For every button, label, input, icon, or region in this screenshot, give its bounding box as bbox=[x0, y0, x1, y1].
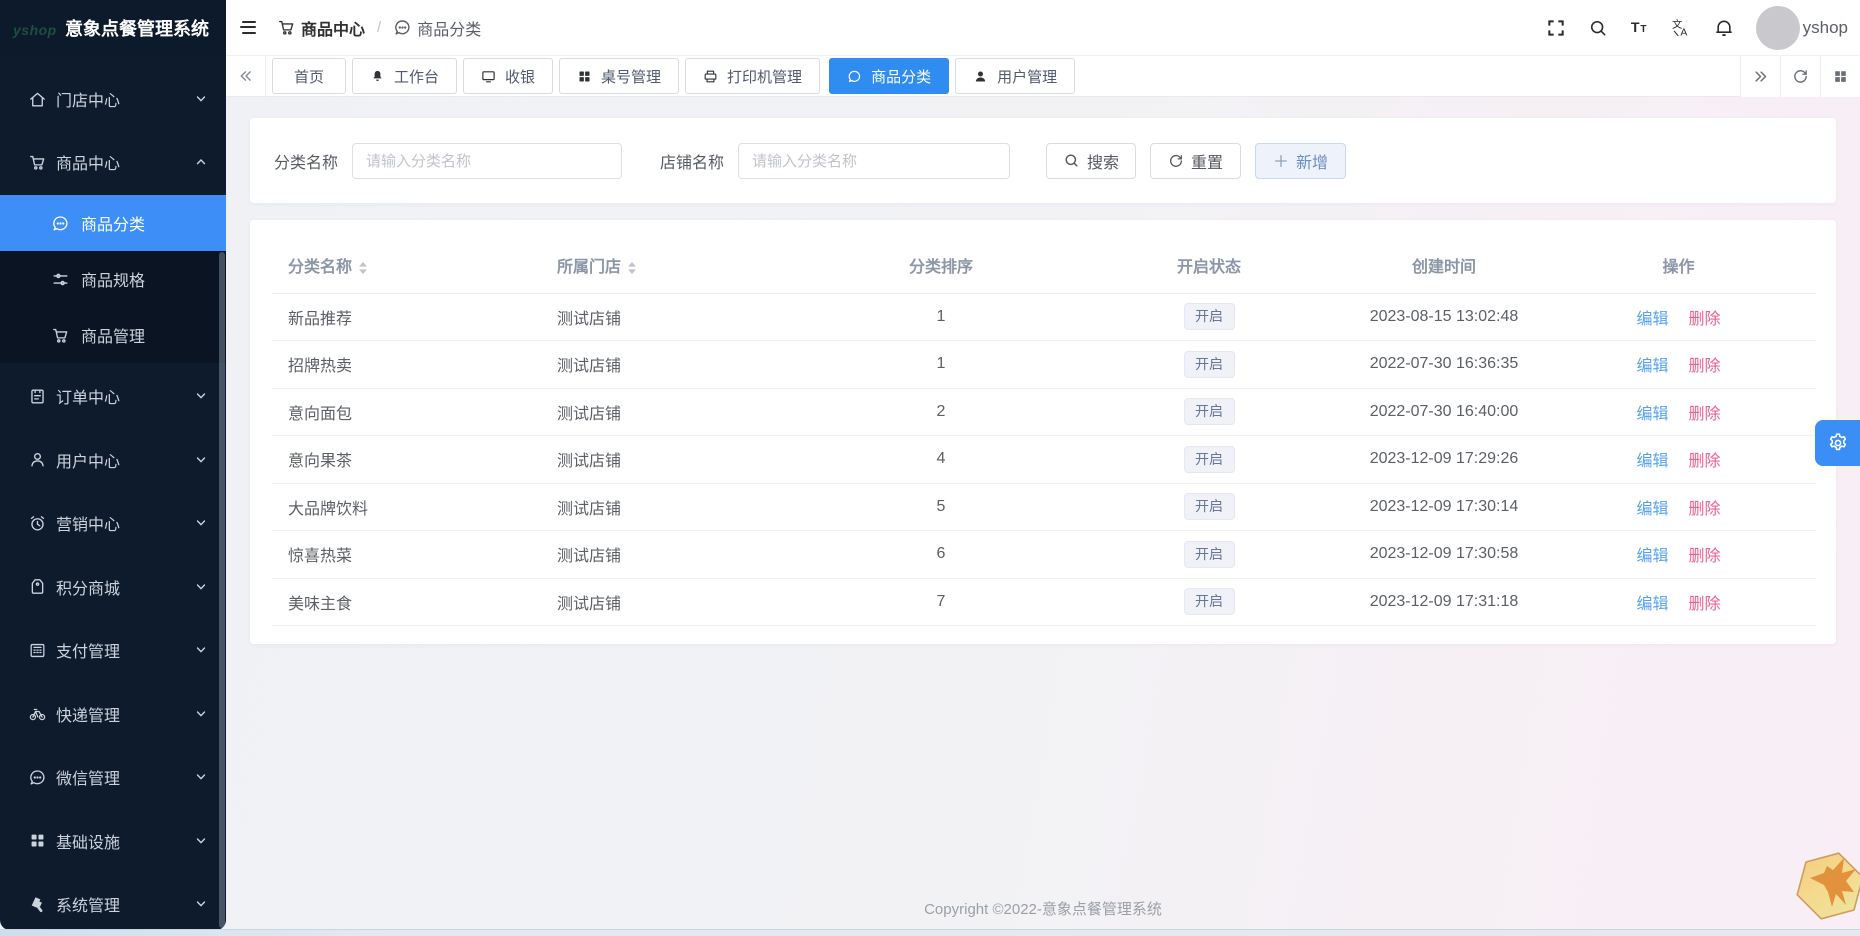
svg-text:A: A bbox=[1680, 28, 1687, 39]
svg-text:T: T bbox=[1640, 24, 1646, 35]
svg-text:T: T bbox=[1630, 20, 1639, 36]
